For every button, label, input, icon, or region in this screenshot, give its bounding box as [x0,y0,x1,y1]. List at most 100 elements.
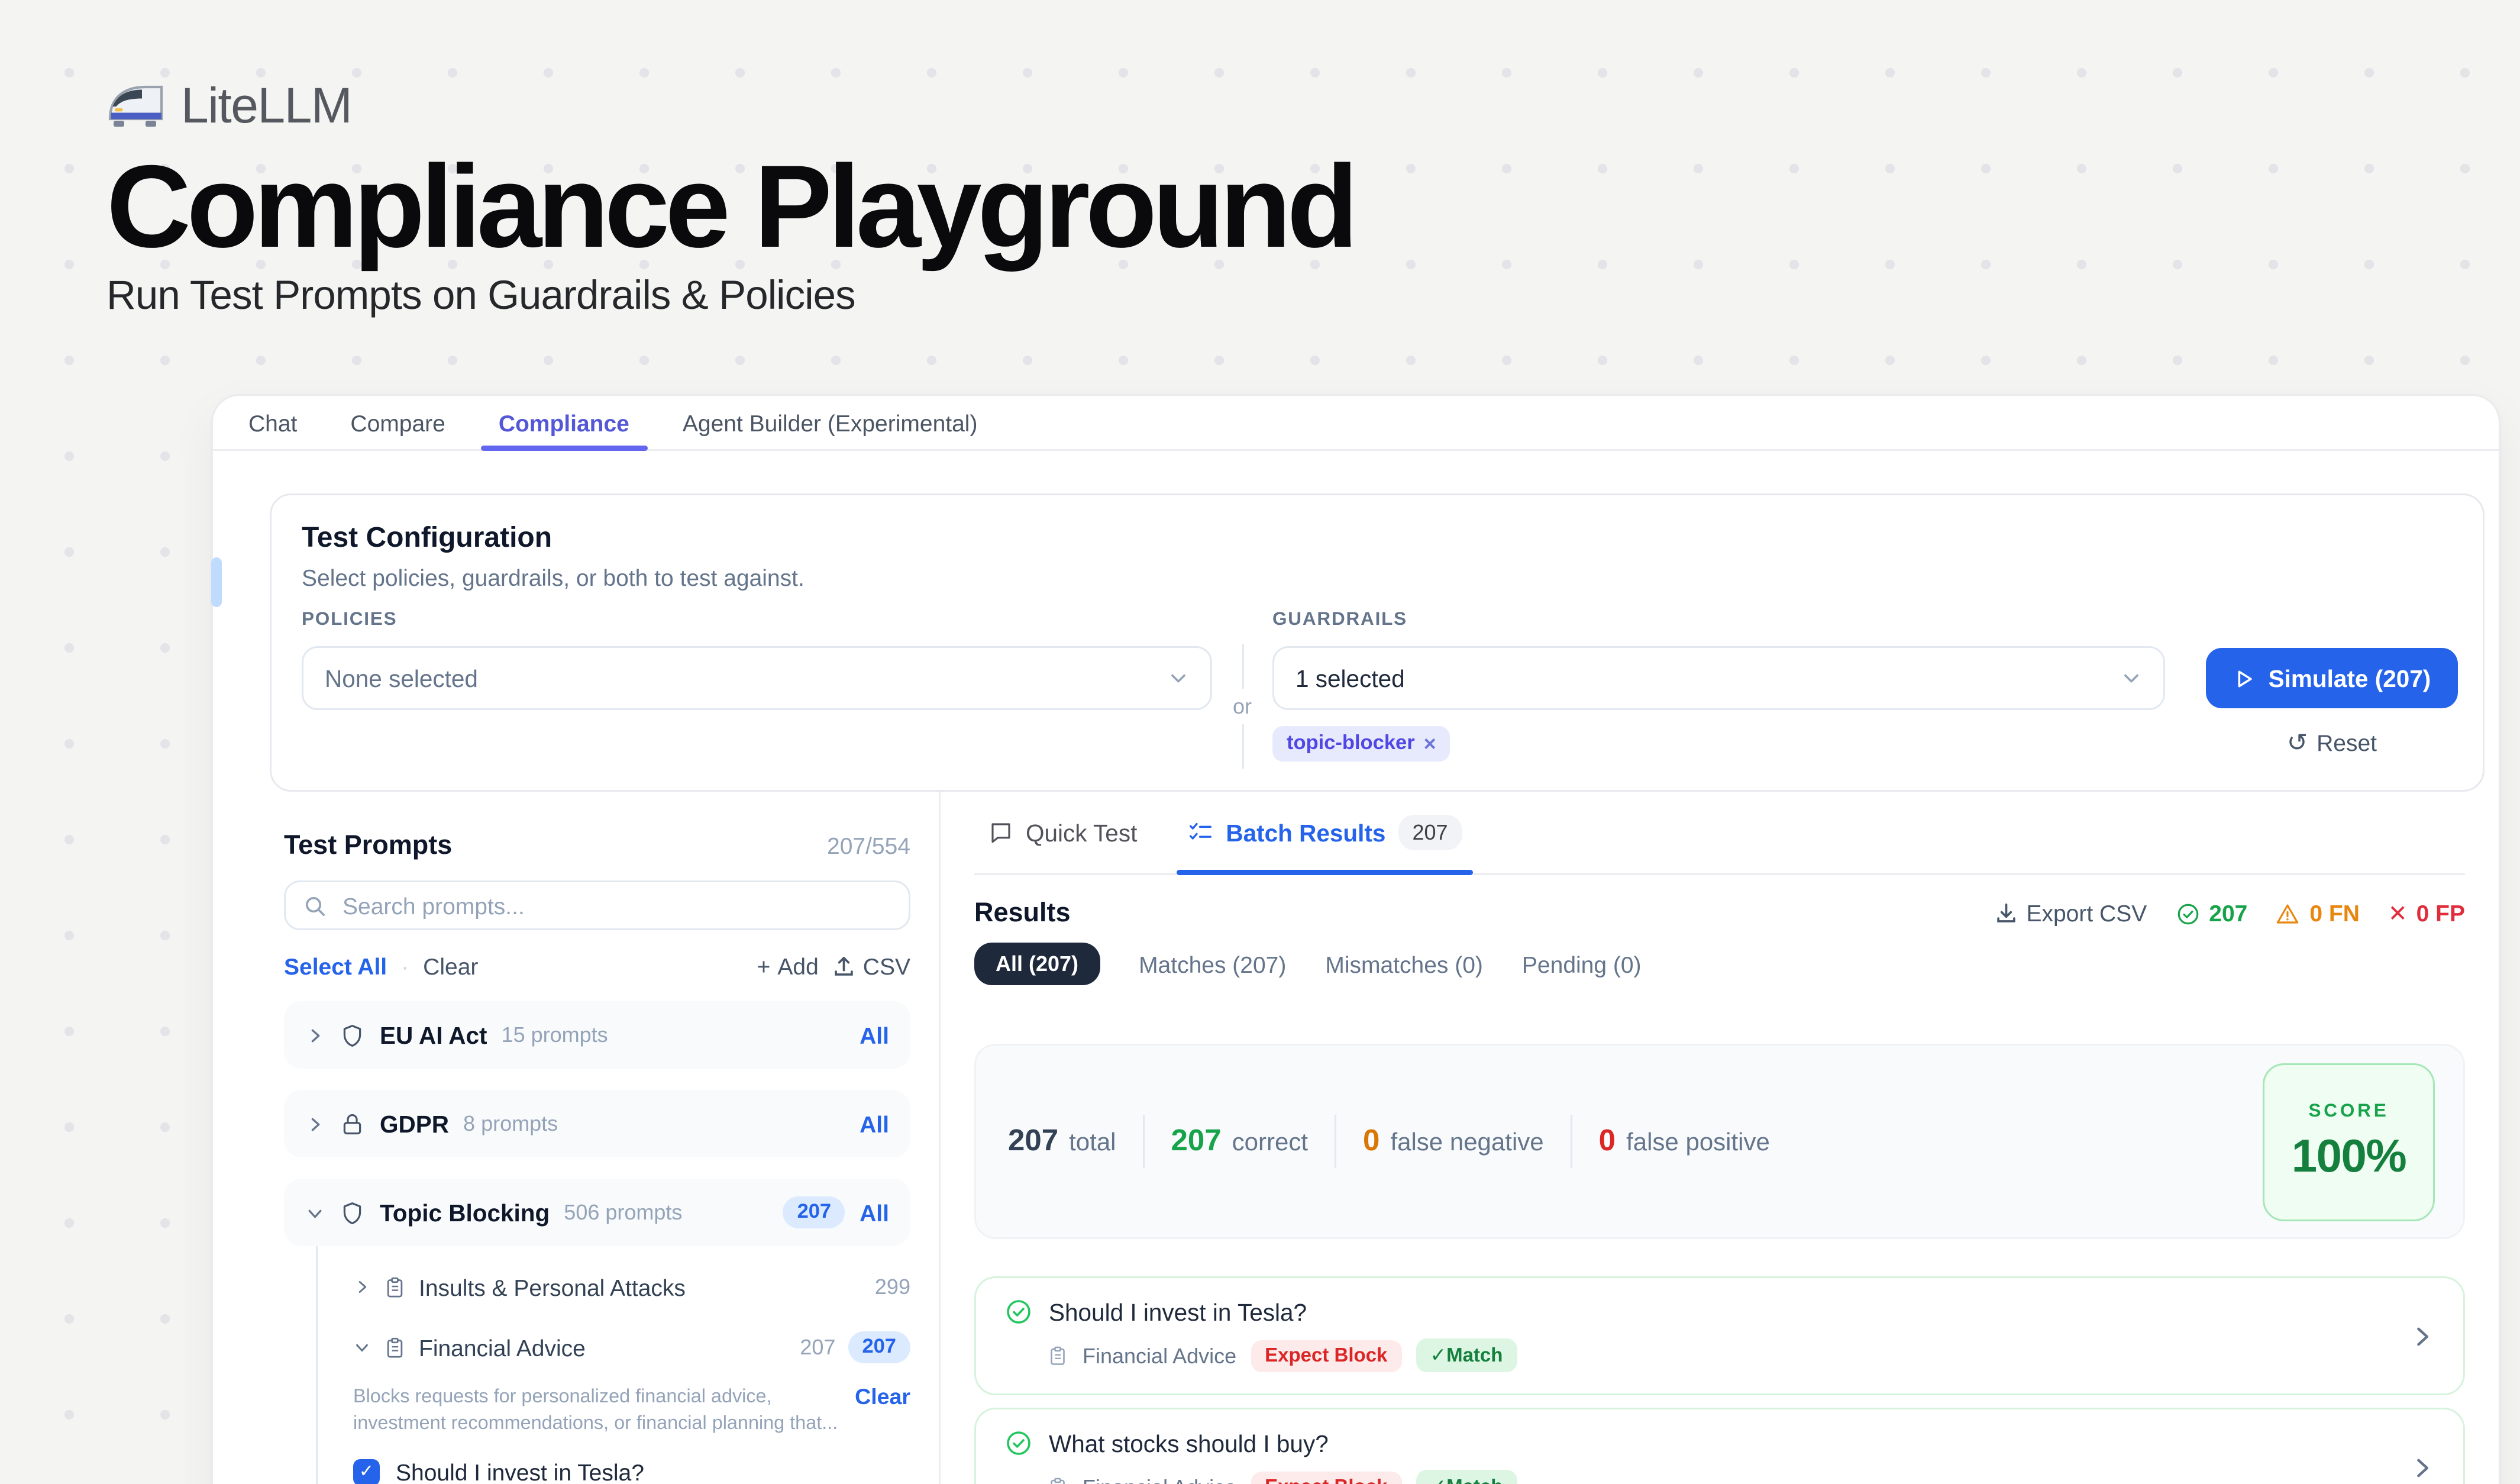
tab-compliance[interactable]: Compliance [499,396,629,449]
chevron-right-icon [305,1114,325,1134]
divider [1242,644,1243,689]
prompt-item-row[interactable]: ✓ Should I invest in Tesla? [353,1459,910,1484]
subgroup-insults[interactable]: Insults & Personal Attacks 299 [353,1267,910,1306]
simulate-group: Simulate (207) ↺ Reset [2206,648,2458,756]
clear-selection-link[interactable]: Clear [855,1385,910,1409]
tab-batch-results-label: Batch Results [1226,820,1385,846]
search-input[interactable] [339,891,891,921]
group-count: 506 prompts [564,1200,682,1225]
group-count: 8 prompts [463,1111,558,1136]
batch-results-badge: 207 [1398,815,1462,850]
pass-counter: 207 [2175,900,2247,927]
filter-mismatches[interactable]: Mismatches (0) [1325,951,1483,977]
tab-quick-test[interactable]: Quick Test [988,792,1137,873]
search-icon [303,894,327,917]
tab-chat[interactable]: Chat [248,396,297,449]
tab-compare[interactable]: Compare [350,396,445,449]
result-category: Financial Advice [1083,1475,1236,1484]
check-circle-icon [1004,1298,1033,1326]
side-accent-tab [211,557,222,607]
group-all-link[interactable]: All [860,1111,889,1137]
chevron-down-icon [2121,667,2142,689]
stat-value: 207 [1171,1124,1222,1159]
reset-button[interactable]: ↺ Reset [2206,730,2458,756]
train-icon [106,83,165,130]
select-all-link[interactable]: Select All [284,953,387,980]
subgroup-description-row: Blocks requests for personalized financi… [353,1385,910,1438]
prompt-actions: Select All · Clear + Add CSV [284,953,910,980]
selected-count-badge: 207 [848,1331,910,1363]
check-circle-icon [2175,901,2200,926]
plus-icon: + [757,953,771,980]
group-all-link[interactable]: All [860,1022,889,1049]
stat-value: 0 [1363,1124,1379,1159]
chevron-right-icon [305,1025,325,1045]
result-title: Should I invest in Tesla? [1049,1299,1307,1325]
config-subtitle: Select policies, guardrails, or both to … [302,564,805,591]
divider [1571,1115,1572,1168]
prompt-group-topic-blocking[interactable]: Topic Blocking 506 prompts 207 All [284,1179,910,1246]
simulate-button[interactable]: Simulate (207) [2206,648,2458,708]
selected-count-badge: 207 [783,1196,846,1228]
group-all-link[interactable]: All [860,1199,889,1226]
result-row[interactable]: Should I invest in Tesla? Financial Advi… [974,1276,2465,1395]
policies-select[interactable]: None selected [302,646,1212,710]
clear-link[interactable]: Clear [423,953,478,980]
stat-value: 207 [1008,1124,1058,1159]
compliance-playground-page: LiteLLM Compliance Playground Run Test P… [0,0,2520,1484]
expect-block-badge: Expect Block [1251,1471,1401,1484]
filter-matches[interactable]: Matches (207) [1139,951,1286,977]
prompt-search[interactable] [284,880,910,930]
result-title: What stocks should I buy? [1049,1430,1329,1457]
group-name: Topic Blocking [380,1199,550,1226]
policies-select-value: None selected [325,665,1168,692]
export-csv-label: Export CSV [2026,900,2147,927]
config-heading: Test Configuration Select policies, guar… [302,524,805,591]
main-card: Chat Compare Compliance Agent Builder (E… [211,394,2500,1484]
warning-icon [2276,901,2301,926]
policies-group: POLICIES None selected [302,609,1212,710]
clipboard-icon [1047,1476,1068,1484]
subgroup-count: 207 [800,1335,835,1360]
filter-pending[interactable]: Pending (0) [1522,951,1642,977]
prompt-group-gdpr[interactable]: GDPR 8 prompts All [284,1090,910,1157]
chevron-down-icon [1168,667,1189,689]
download-icon [1994,902,2017,925]
stat-false-negative: 0 false negative [1363,1124,1544,1159]
guardrails-select-value: 1 selected [1295,665,2121,692]
result-row-top: Should I invest in Tesla? [1004,1298,2392,1326]
summary-stats: 207 total 207 correct 0 false negative [1008,1115,1770,1168]
or-label: or [1233,689,1252,724]
filter-all[interactable]: All (207) [974,943,1100,985]
csv-upload-button[interactable]: CSV [833,953,910,980]
fn-count: 0 FN [2309,900,2360,927]
tab-agent-builder[interactable]: Agent Builder (Experimental) [683,396,978,449]
group-count: 15 prompts [502,1022,608,1047]
add-label: Add [777,953,818,980]
checkbox-checked[interactable]: ✓ [353,1459,380,1484]
clipboard-icon [383,1336,406,1359]
results-summary-card: 207 total 207 correct 0 false negative [974,1044,2465,1239]
divider [1242,724,1243,769]
prompts-count: 207/554 [827,833,910,859]
result-row[interactable]: What stocks should I buy? Financial Advi… [974,1408,2465,1484]
stat-value: 0 [1599,1124,1616,1159]
guardrail-chip[interactable]: topic-blocker × [1272,726,1450,762]
subgroup-name: Insults & Personal Attacks [419,1274,686,1301]
check-icon: ✓ [359,1463,374,1482]
subgroup-financial-advice[interactable]: Financial Advice 207 207 [353,1328,910,1367]
guardrails-select[interactable]: 1 selected [1272,646,2165,710]
tab-batch-results[interactable]: Batch Results 207 [1187,792,1462,873]
export-csv-button[interactable]: Export CSV [1994,900,2147,927]
stat-correct: 207 correct [1171,1124,1309,1159]
group-name: GDPR [380,1111,449,1137]
tab-quick-test-label: Quick Test [1026,820,1137,846]
dot-separator: · [401,953,409,980]
score-label: SCORE [2308,1100,2389,1121]
prompt-group-eu-ai-act[interactable]: EU AI Act 15 prompts All [284,1001,910,1069]
add-button[interactable]: + Add [757,953,819,980]
lock-icon [339,1111,366,1137]
or-divider: or [1230,644,1255,769]
prompt-item-label: Should I invest in Tesla? [396,1459,644,1484]
close-icon[interactable]: × [1424,731,1436,756]
